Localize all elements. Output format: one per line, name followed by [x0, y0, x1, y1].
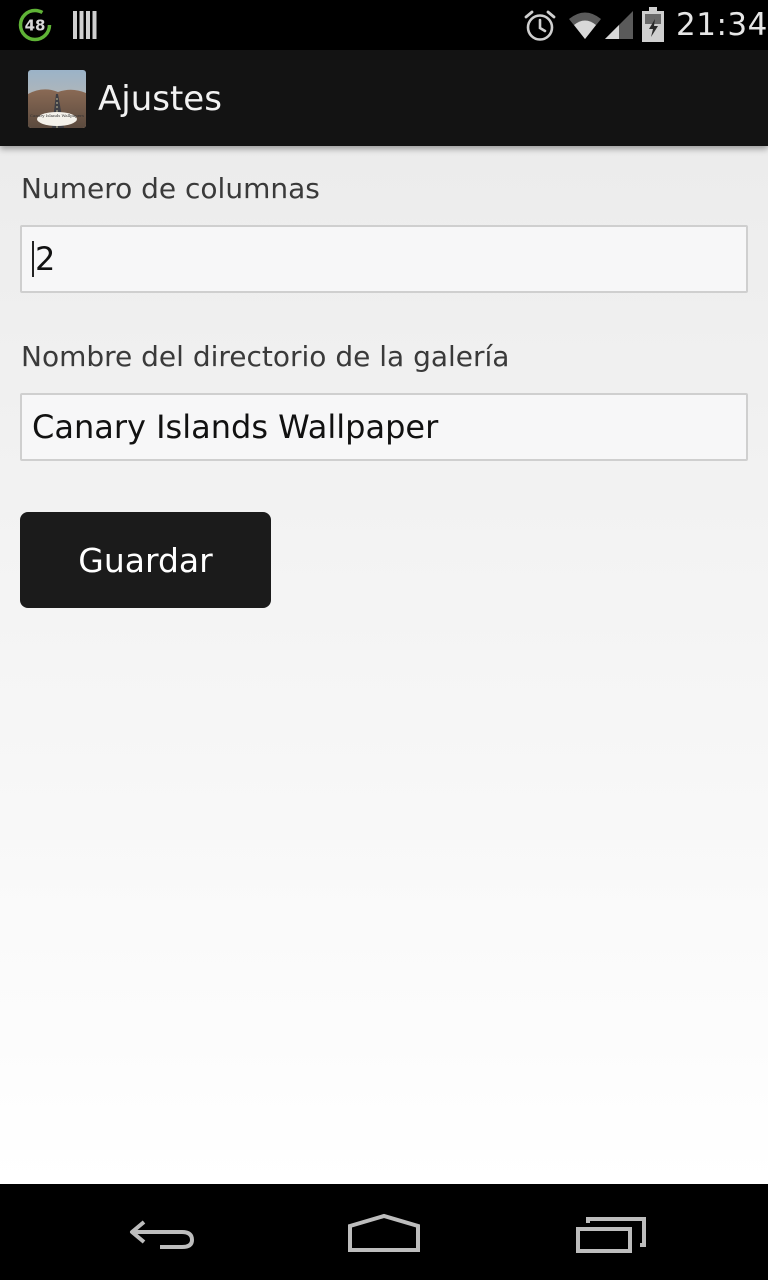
back-icon[interactable]	[112, 1202, 208, 1262]
signal-icon	[604, 10, 634, 40]
save-button[interactable]: Guardar	[20, 512, 271, 608]
columns-label: Numero de columnas	[21, 172, 320, 205]
app-logo-icon[interactable]: Canary Islands Wallpapers	[28, 70, 86, 128]
notification-badge-text: 48	[25, 17, 46, 35]
status-bar: 48 21:34	[0, 0, 768, 50]
app-logo-text: Canary Islands Wallpapers	[30, 113, 84, 118]
settings-form: Numero de columnas 2 Nombre del director…	[0, 146, 768, 1184]
page-title: Ajustes	[98, 79, 222, 119]
status-time: 21:34	[676, 7, 768, 43]
home-icon[interactable]	[336, 1202, 432, 1262]
recent-apps-icon[interactable]	[562, 1202, 658, 1262]
navigation-bar	[0, 1184, 768, 1280]
columns-input-value: 2	[35, 240, 56, 278]
action-bar: Canary Islands Wallpapers Ajustes	[0, 50, 768, 146]
notification-badge-icon: 48	[18, 8, 52, 42]
alarm-icon	[523, 9, 557, 43]
wifi-icon	[568, 10, 602, 40]
gallery-dir-input[interactable]: Canary Islands Wallpaper	[20, 393, 748, 461]
save-button-label: Guardar	[78, 540, 213, 580]
text-cursor	[32, 241, 34, 277]
columns-input[interactable]: 2	[20, 225, 748, 293]
gallery-dir-label: Nombre del directorio de la galería	[21, 340, 510, 373]
gallery-dir-input-value: Canary Islands Wallpaper	[32, 408, 439, 446]
battery-icon	[641, 7, 665, 43]
storage-bars-icon	[72, 10, 98, 40]
